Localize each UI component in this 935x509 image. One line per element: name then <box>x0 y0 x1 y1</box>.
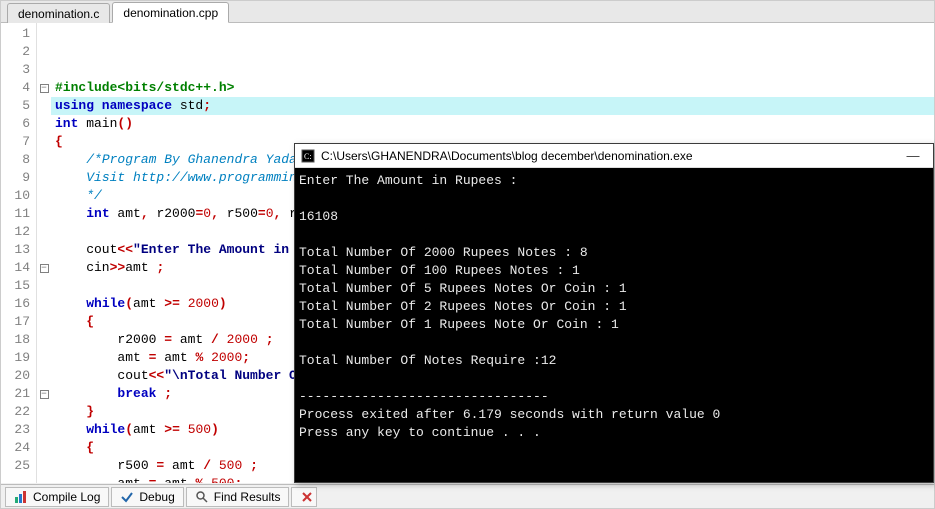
console-title-text: C:\Users\GHANENDRA\Documents\blog decemb… <box>321 149 693 163</box>
line-number-gutter: 1234567891011121314151617181920212223242… <box>1 23 37 483</box>
console-title-bar[interactable]: C: C:\Users\GHANENDRA\Documents\blog dec… <box>295 144 933 168</box>
tab-debug[interactable]: Debug <box>111 487 183 507</box>
console-minimize-button[interactable]: — <box>899 148 927 163</box>
tab-close-partial[interactable] <box>291 487 317 507</box>
check-icon <box>120 490 134 504</box>
console-output[interactable]: Enter The Amount in Rupees : 16108 Total… <box>295 168 933 482</box>
editor-tab-bar: denomination.c denomination.cpp <box>1 1 934 23</box>
tab-denomination-cpp[interactable]: denomination.cpp <box>112 2 229 23</box>
tab-compile-log-label: Compile Log <box>33 490 100 504</box>
console-window[interactable]: C: C:\Users\GHANENDRA\Documents\blog dec… <box>294 143 934 483</box>
tab-debug-label: Debug <box>139 490 174 504</box>
bar-chart-icon <box>14 490 28 504</box>
search-icon <box>195 490 209 504</box>
tab-find-results[interactable]: Find Results <box>186 487 290 507</box>
fold-gutter[interactable]: − − − <box>37 23 51 483</box>
close-icon <box>300 490 314 504</box>
bottom-panel-tabs: Compile Log Debug Find Results <box>1 484 934 508</box>
svg-text:C:: C: <box>304 152 312 161</box>
tab-find-results-label: Find Results <box>214 490 281 504</box>
tab-compile-log[interactable]: Compile Log <box>5 487 109 507</box>
console-app-icon: C: <box>301 149 315 163</box>
tab-denomination-c[interactable]: denomination.c <box>7 3 110 23</box>
